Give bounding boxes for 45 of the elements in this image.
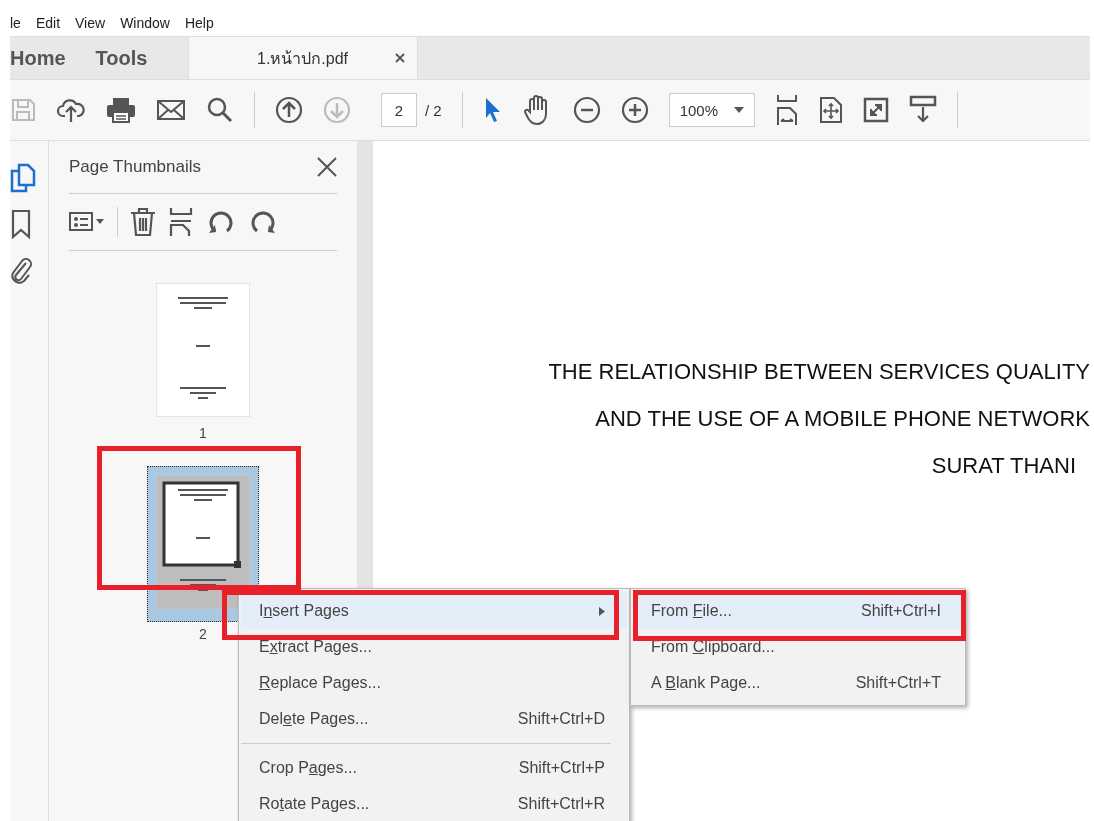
- paperclip-icon[interactable]: [10, 255, 32, 285]
- document-tab[interactable]: 1.หน้าปก.pdf: [188, 37, 418, 79]
- menu-bar-item[interactable]: Window: [120, 15, 170, 31]
- page-label: 1: [199, 425, 207, 441]
- menu-bar-item[interactable]: le: [10, 15, 21, 31]
- close-icon[interactable]: [317, 157, 337, 177]
- arrow-up-icon[interactable]: [275, 96, 303, 124]
- options-menu-icon[interactable]: [69, 211, 105, 233]
- menu-item[interactable]: Rotate Pages... Shift+Ctrl+R: [241, 786, 627, 821]
- page-break-icon[interactable]: [168, 207, 194, 237]
- pages-icon[interactable]: [10, 163, 36, 193]
- zoom-dropdown[interactable]: 100%: [668, 93, 755, 127]
- document-text: THE RELATIONSHIP BETWEEN SERVICES QUALITY: [548, 359, 1090, 385]
- zoom-in-icon[interactable]: [620, 96, 649, 124]
- close-icon[interactable]: [395, 53, 405, 63]
- menu-item[interactable]: Insert Pages: [241, 593, 627, 629]
- menu-item[interactable]: Delete Pages... Shift+Ctrl+D: [241, 701, 627, 737]
- document-text: AND THE USE OF A MOBILE PHONE NETWORK: [595, 406, 1090, 432]
- cloud-upload-icon[interactable]: [56, 96, 86, 124]
- page-label: 2: [199, 626, 207, 642]
- bookmark-icon[interactable]: [10, 209, 32, 239]
- trash-icon[interactable]: [130, 207, 156, 237]
- menu-item[interactable]: A Blank Page... Shift+Ctrl+T: [633, 665, 963, 701]
- caret-icon: [733, 107, 744, 113]
- expand-icon[interactable]: [862, 97, 889, 123]
- menu-bar-item[interactable]: Help: [184, 15, 214, 31]
- menu-item[interactable]: Extract Pages...: [241, 629, 627, 665]
- print-icon[interactable]: [106, 96, 136, 124]
- menu-bar-item[interactable]: Edit: [35, 15, 61, 31]
- mail-icon[interactable]: [156, 98, 186, 122]
- page-break-icon[interactable]: [774, 94, 799, 126]
- document-text: SURAT THANI: [931, 453, 1076, 479]
- thumbnail-frame[interactable]: [147, 466, 259, 622]
- page-total: / 2: [425, 101, 442, 119]
- nav-tab[interactable]: Tools: [95, 46, 148, 70]
- tab-title: 1.หน้าปก.pdf: [257, 48, 349, 69]
- panel-title: Page Thumbnails: [69, 157, 201, 177]
- menu-item[interactable]: Crop Pages... Shift+Ctrl+P: [241, 750, 627, 786]
- page-number-field[interactable]: 2: [381, 93, 417, 127]
- search-icon[interactable]: [206, 96, 234, 124]
- page-move-icon[interactable]: [818, 96, 843, 124]
- menu-item[interactable]: Replace Pages...: [241, 665, 627, 701]
- zoom-out-icon[interactable]: [572, 96, 601, 124]
- menu-bar-item[interactable]: View: [75, 15, 106, 31]
- nav-tab[interactable]: Home: [10, 46, 66, 70]
